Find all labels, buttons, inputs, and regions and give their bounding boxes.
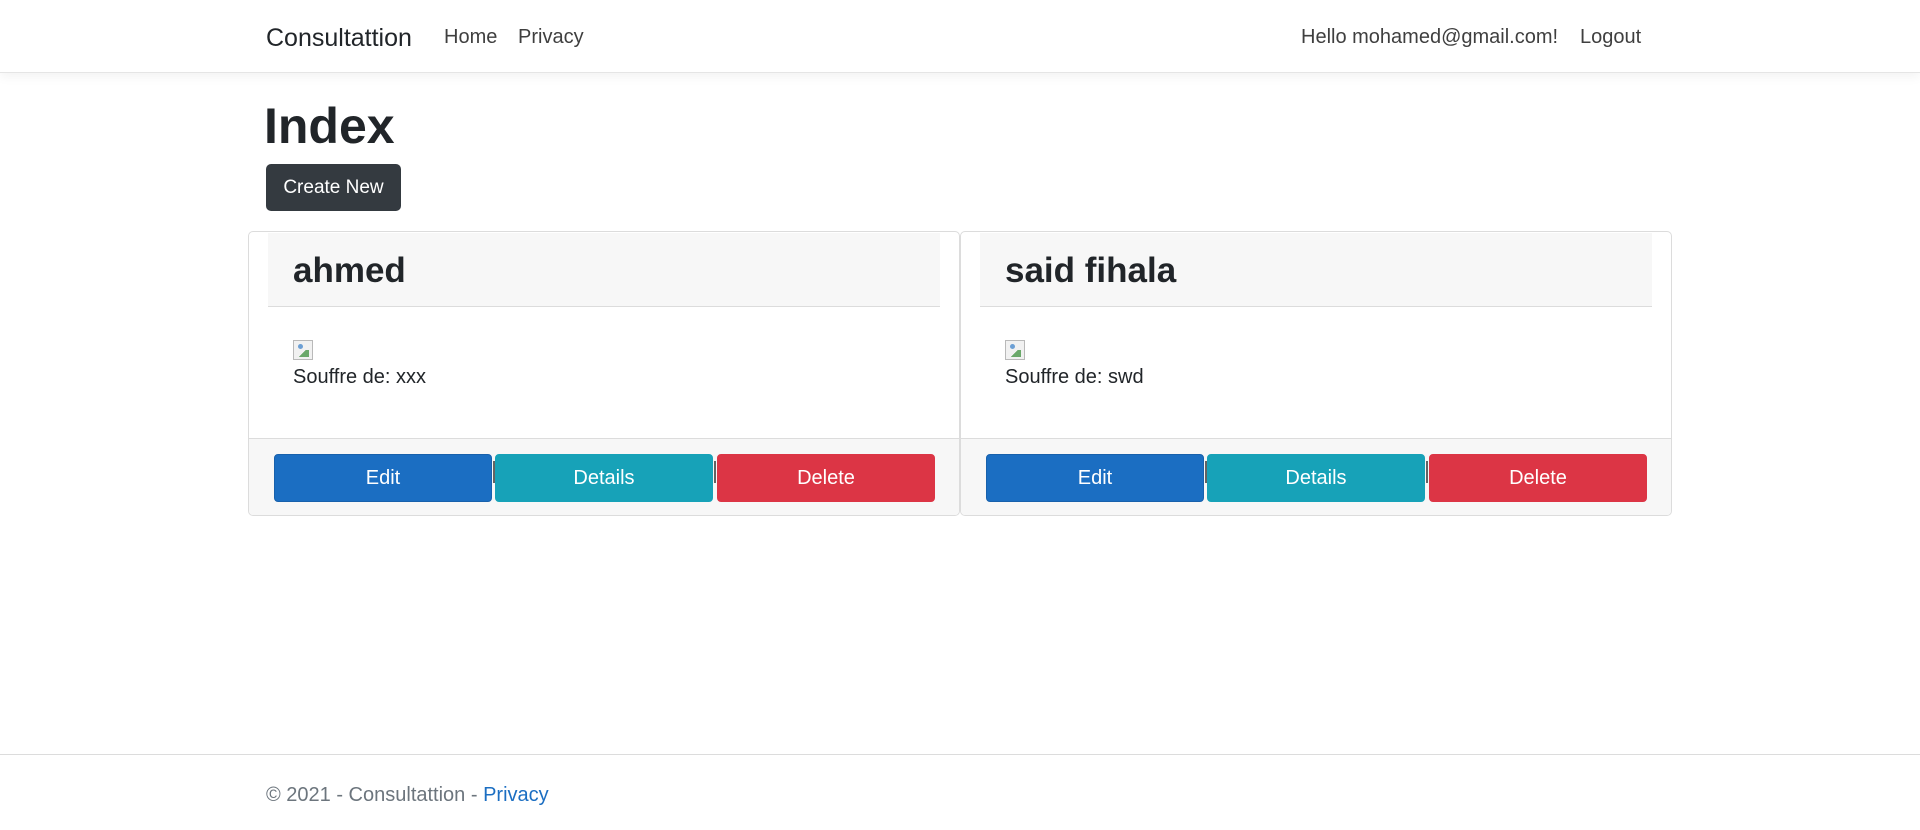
card-header: ahmed <box>268 233 940 307</box>
card-header: said fihala <box>980 233 1652 307</box>
card-title: said fihala <box>1005 251 1177 290</box>
patient-card: said fihala Souffre de: swd Edit Details… <box>960 231 1672 516</box>
card-description: Souffre de: swd <box>1005 366 1144 388</box>
card-footer: Edit Details Delete <box>961 438 1671 515</box>
broken-image-icon <box>1005 340 1025 360</box>
details-button[interactable]: Details <box>495 454 713 502</box>
page-footer: © 2021 - Consultattion - Privacy <box>0 754 1920 830</box>
page-title: Index <box>264 98 395 154</box>
card-description: Souffre de: xxx <box>293 366 427 388</box>
edit-button[interactable]: Edit <box>274 454 492 502</box>
footer-text: © 2021 - Consultattion - Privacy <box>266 784 549 807</box>
top-navbar: Consultattion Home Privacy Hello mohamed… <box>0 0 1920 73</box>
card-footer: Edit Details Delete <box>249 438 959 515</box>
separator <box>1426 461 1428 483</box>
footer-privacy-link[interactable]: Privacy <box>483 784 549 806</box>
copyright-text: © 2021 - Consultattion - <box>266 784 484 806</box>
details-button[interactable]: Details <box>1207 454 1425 502</box>
create-new-button[interactable]: Create New <box>266 164 401 211</box>
delete-button[interactable]: Delete <box>1429 454 1647 502</box>
separator <box>714 461 716 483</box>
card-title: ahmed <box>293 251 406 290</box>
nav-link-privacy[interactable]: Privacy <box>518 26 584 49</box>
broken-image-icon <box>293 340 313 360</box>
brand-link[interactable]: Consultattion <box>266 24 412 53</box>
user-greeting-link[interactable]: Hello mohamed@gmail.com! <box>1301 26 1558 49</box>
nav-link-home[interactable]: Home <box>444 26 497 49</box>
delete-button[interactable]: Delete <box>717 454 935 502</box>
logout-link[interactable]: Logout <box>1580 26 1641 49</box>
edit-button[interactable]: Edit <box>986 454 1204 502</box>
patient-card: ahmed Souffre de: xxx Edit Details Delet… <box>248 231 960 516</box>
